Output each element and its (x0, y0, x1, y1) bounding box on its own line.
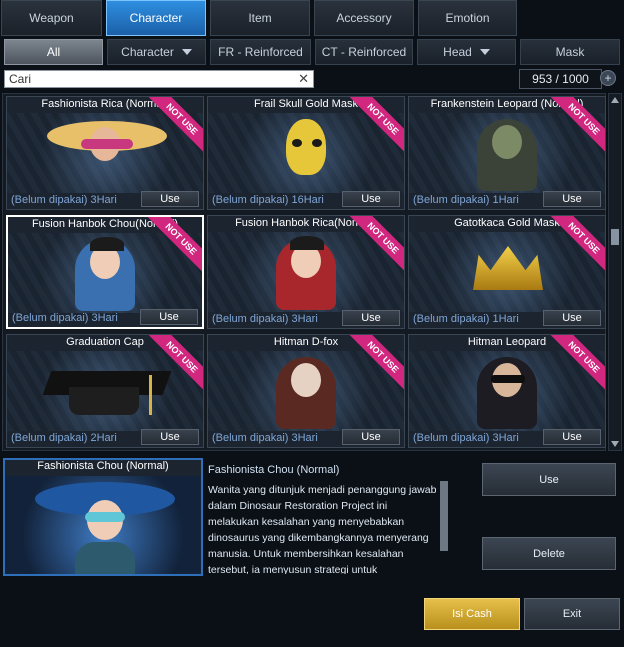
filter-head-dropdown[interactable]: Head (417, 39, 516, 65)
delete-button[interactable]: Delete (482, 537, 616, 570)
use-button[interactable]: Use (543, 191, 601, 207)
item-image (7, 113, 203, 193)
use-button[interactable]: Use (342, 191, 400, 207)
scroll-up-icon[interactable] (611, 97, 619, 103)
item-duration: (Belum dipakai) 1Hari (413, 194, 519, 206)
item-grid: Fashionista Rica (Normal) NOT USE (Belum… (2, 93, 606, 451)
item-card[interactable]: Fashionista Rica (Normal) NOT USE (Belum… (6, 96, 204, 210)
item-image (409, 351, 605, 431)
preview-image (5, 476, 201, 574)
item-card[interactable]: Hitman D-fox NOT USE (Belum dipakai) 3Ha… (207, 334, 405, 448)
item-duration: (Belum dipakai) 2Hari (11, 432, 117, 444)
item-card[interactable]: Fusion Hanbok Rica(Normal) NOT USE (Belu… (207, 215, 405, 329)
item-card[interactable]: Fusion Hanbok Chou(Normal) NOT USE (Belu… (6, 215, 204, 329)
filter-label: Mask (555, 45, 585, 59)
filter-all[interactable]: All (4, 39, 103, 65)
item-duration: (Belum dipakai) 3Hari (212, 313, 318, 325)
use-button[interactable]: Use (543, 310, 601, 326)
exit-button[interactable]: Exit (524, 598, 620, 630)
filter-fr-reinforced[interactable]: FR - Reinforced (210, 39, 311, 65)
item-duration: (Belum dipakai) 3Hari (413, 432, 519, 444)
item-duration: (Belum dipakai) 16Hari (212, 194, 324, 206)
item-image (8, 233, 202, 313)
filter-mask[interactable]: Mask (520, 39, 620, 65)
tab-emotion[interactable]: Emotion (418, 0, 517, 36)
preview-name: Fashionista Chou (Normal) (37, 460, 169, 472)
use-button[interactable]: Use (342, 310, 400, 326)
item-card[interactable]: Graduation Cap NOT USE (Belum dipakai) 2… (6, 334, 204, 448)
tab-label: Accessory (336, 11, 392, 25)
search-input[interactable] (5, 71, 293, 87)
use-button[interactable]: Use (482, 463, 616, 496)
tab-weapon[interactable]: Weapon (1, 0, 102, 36)
tab-label: Item (248, 11, 272, 25)
item-image (7, 351, 203, 431)
item-image (208, 113, 404, 193)
description-scrollbar[interactable] (440, 481, 448, 551)
scrollbar-thumb[interactable] (611, 229, 619, 245)
tab-label: Weapon (29, 11, 74, 25)
chevron-down-icon (181, 49, 192, 55)
tab-label: Emotion (445, 11, 490, 25)
plus-icon[interactable]: + (600, 70, 616, 86)
item-image (409, 232, 605, 312)
use-button[interactable]: Use (141, 191, 199, 207)
tab-item[interactable]: Item (210, 0, 310, 36)
use-button[interactable]: Use (543, 429, 601, 445)
search-box: ✕ (4, 70, 314, 88)
item-duration: (Belum dipakai) 3Hari (11, 194, 117, 206)
item-duration: (Belum dipakai) 1Hari (413, 313, 519, 325)
tab-label: Character (129, 11, 183, 25)
isi-cash-button[interactable]: Isi Cash (424, 598, 520, 630)
detail-title: Fashionista Chou (Normal) (208, 464, 340, 476)
chevron-down-icon (479, 49, 490, 55)
filter-label: FR - Reinforced (218, 45, 303, 59)
tab-accessory[interactable]: Accessory (314, 0, 414, 36)
inventory-counter: 953 / 1000 (519, 69, 602, 89)
tab-character[interactable]: Character (106, 0, 206, 36)
grid-scrollbar[interactable] (608, 93, 622, 451)
item-duration: (Belum dipakai) 3Hari (212, 432, 318, 444)
use-button[interactable]: Use (140, 309, 198, 325)
close-icon[interactable]: ✕ (298, 71, 309, 87)
filter-ct-reinforced[interactable]: CT - Reinforced (315, 39, 413, 65)
filter-label: Head (443, 45, 472, 59)
selected-item-preview: Fashionista Chou (Normal) (3, 458, 203, 576)
filter-label: CT - Reinforced (321, 45, 407, 59)
item-card[interactable]: Frail Skull Gold Mask NOT USE (Belum dip… (207, 96, 405, 210)
item-card[interactable]: Gatotkaca Gold Mask NOT USE (Belum dipak… (408, 215, 606, 329)
filter-label: Character (121, 45, 174, 59)
item-image (409, 113, 605, 193)
filter-character-dropdown[interactable]: Character (107, 39, 206, 65)
scroll-down-icon[interactable] (611, 441, 619, 447)
item-duration: (Belum dipakai) 3Hari (12, 312, 118, 324)
use-button[interactable]: Use (342, 429, 400, 445)
detail-description: Wanita yang ditunjuk menjadi penanggung … (208, 484, 437, 574)
item-image (208, 351, 404, 431)
filter-label: All (46, 45, 61, 59)
use-button[interactable]: Use (141, 429, 199, 445)
item-card[interactable]: Frankenstein Leopard (Normal) NOT USE (B… (408, 96, 606, 210)
item-card[interactable]: Hitman Leopard NOT USE (Belum dipakai) 3… (408, 334, 606, 448)
item-image (208, 232, 404, 312)
